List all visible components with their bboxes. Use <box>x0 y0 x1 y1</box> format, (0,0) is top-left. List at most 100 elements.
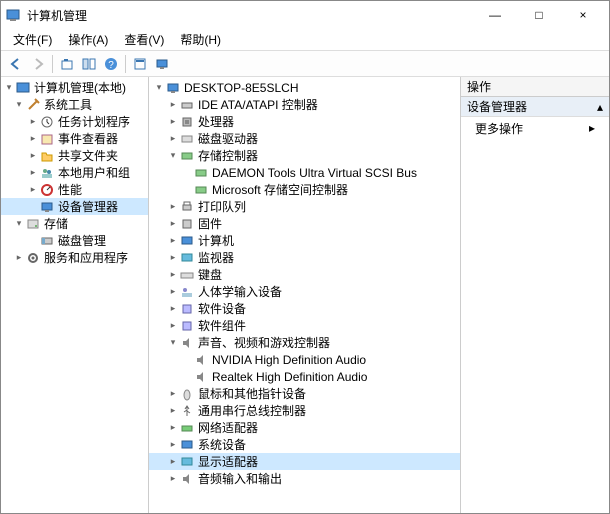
chevron-right-icon[interactable]: ▸ <box>167 235 179 246</box>
chevron-right-icon[interactable]: ▸ <box>13 252 25 263</box>
titlebar: 计算机管理 — □ × <box>1 1 609 29</box>
chevron-right-icon[interactable]: ▸ <box>27 184 39 195</box>
tree-services[interactable]: ▸ 服务和应用程序 <box>1 249 148 266</box>
tree-task-scheduler[interactable]: ▸ 任务计划程序 <box>1 113 148 130</box>
chevron-right-icon[interactable]: ▸ <box>167 422 179 433</box>
tree-performance[interactable]: ▸ 性能 <box>1 181 148 198</box>
device-daemon-tools[interactable]: DAEMON Tools Ultra Virtual SCSI Bus <box>149 164 460 181</box>
tree-label: DESKTOP-8E5SLCH <box>184 81 299 95</box>
chevron-down-icon[interactable]: ▾ <box>13 218 25 229</box>
device-sound[interactable]: ▾声音、视频和游戏控制器 <box>149 334 460 351</box>
chevron-right-icon[interactable]: ▸ <box>167 473 179 484</box>
device-audio-io[interactable]: ▸音频输入和输出 <box>149 470 460 487</box>
device-ms-storage[interactable]: Microsoft 存储空间控制器 <box>149 181 460 198</box>
forward-button[interactable] <box>27 53 49 75</box>
monitor-button[interactable] <box>151 53 173 75</box>
device-print-queue[interactable]: ▸打印队列 <box>149 198 460 215</box>
device-ide[interactable]: ▸IDE ATA/ATAPI 控制器 <box>149 96 460 113</box>
device-firmware[interactable]: ▸固件 <box>149 215 460 232</box>
chevron-right-icon[interactable]: ▸ <box>167 133 179 144</box>
tree-label: 性能 <box>58 181 82 198</box>
device-hid[interactable]: ▸ 人体学输入设备 <box>149 283 460 300</box>
menubar: 文件(F) 操作(A) 查看(V) 帮助(H) <box>1 29 609 51</box>
actions-header: 操作 <box>461 77 609 97</box>
chevron-right-icon[interactable]: ▸ <box>167 218 179 229</box>
chevron-right-icon[interactable]: ▸ <box>167 320 179 331</box>
close-button[interactable]: × <box>561 1 605 29</box>
event-icon <box>39 131 55 147</box>
chevron-down-icon[interactable]: ▾ <box>167 337 179 348</box>
tree-shared-folders[interactable]: ▸ 共享文件夹 <box>1 147 148 164</box>
chevron-right-icon[interactable]: ▸ <box>167 388 179 399</box>
device-mouse[interactable]: ▸鼠标和其他指针设备 <box>149 385 460 402</box>
tree-storage[interactable]: ▾ 存储 <box>1 215 148 232</box>
computer-icon <box>179 233 195 249</box>
device-computer[interactable]: ▸计算机 <box>149 232 460 249</box>
actions-category[interactable]: 设备管理器 ▴ <box>461 97 609 117</box>
chevron-down-icon[interactable]: ▾ <box>3 82 15 93</box>
tree-label: 系统设备 <box>198 436 246 453</box>
menu-help[interactable]: 帮助(H) <box>172 29 229 50</box>
tree-label: 任务计划程序 <box>58 113 130 130</box>
tree-label: 磁盘管理 <box>58 232 106 249</box>
tree-local-users[interactable]: ▸ 本地用户和组 <box>1 164 148 181</box>
chevron-right-icon[interactable]: ▸ <box>27 133 39 144</box>
tree-label: 人体学输入设备 <box>198 283 282 300</box>
device-nvidia-audio[interactable]: NVIDIA High Definition Audio <box>149 351 460 368</box>
chevron-down-icon[interactable]: ▾ <box>167 150 179 161</box>
device-system[interactable]: ▸ 系统设备 <box>149 436 460 453</box>
tree-device-manager[interactable]: 设备管理器 <box>1 198 148 215</box>
chevron-right-icon[interactable]: ▸ <box>167 269 179 280</box>
menu-view[interactable]: 查看(V) <box>116 29 172 50</box>
menu-file[interactable]: 文件(F) <box>5 29 60 50</box>
help-button[interactable]: ? <box>100 53 122 75</box>
up-button[interactable] <box>56 53 78 75</box>
device-software-dev[interactable]: ▸ 软件设备 <box>149 300 460 317</box>
device-display-adapter[interactable]: ▸显示适配器 <box>149 453 460 470</box>
chevron-right-icon[interactable]: ▸ <box>27 116 39 127</box>
tree-label: 处理器 <box>198 113 234 130</box>
tree-label: 软件组件 <box>198 317 246 334</box>
device-disk-drive[interactable]: ▸磁盘驱动器 <box>149 130 460 147</box>
device-root[interactable]: ▾ DESKTOP-8E5SLCH <box>149 79 460 96</box>
tree-event-viewer[interactable]: ▸ 事件查看器 <box>1 130 148 147</box>
toolbar: ? <box>1 51 609 77</box>
mouse-icon <box>179 386 195 402</box>
tree-disk-mgmt[interactable]: 磁盘管理 <box>1 232 148 249</box>
chevron-right-icon[interactable]: ▸ <box>167 252 179 263</box>
maximize-button[interactable]: □ <box>517 1 561 29</box>
minimize-button[interactable]: — <box>473 1 517 29</box>
device-monitor[interactable]: ▸监视器 <box>149 249 460 266</box>
software-icon <box>179 301 195 317</box>
chevron-right-icon[interactable]: ▸ <box>167 405 179 416</box>
storage-ctrl-icon <box>179 148 195 164</box>
chevron-right-icon[interactable]: ▸ <box>167 439 179 450</box>
menu-action[interactable]: 操作(A) <box>60 29 116 50</box>
chevron-right-icon[interactable]: ▸ <box>167 116 179 127</box>
back-button[interactable] <box>5 53 27 75</box>
device-cpu[interactable]: ▸ 处理器 <box>149 113 460 130</box>
device-usb[interactable]: ▸通用串行总线控制器 <box>149 402 460 419</box>
actions-more[interactable]: 更多操作 ▸ <box>461 117 609 139</box>
chevron-right-icon[interactable]: ▸ <box>167 99 179 110</box>
printer-icon <box>179 199 195 215</box>
chevron-right-icon[interactable]: ▸ <box>167 286 179 297</box>
svg-text:?: ? <box>108 60 114 71</box>
tree-label: 软件设备 <box>198 300 246 317</box>
tree-system-tools[interactable]: ▾ 系统工具 <box>1 96 148 113</box>
device-realtek-audio[interactable]: Realtek High Definition Audio <box>149 368 460 385</box>
panel-toggle-button[interactable] <box>78 53 100 75</box>
chevron-right-icon[interactable]: ▸ <box>27 167 39 178</box>
device-software-comp[interactable]: ▸ 软件组件 <box>149 317 460 334</box>
device-network[interactable]: ▸网络适配器 <box>149 419 460 436</box>
refresh-button[interactable] <box>129 53 151 75</box>
tree-root-computer-mgmt[interactable]: ▾ 计算机管理(本地) <box>1 79 148 96</box>
device-keyboard[interactable]: ▸键盘 <box>149 266 460 283</box>
chevron-right-icon[interactable]: ▸ <box>167 456 179 467</box>
chevron-right-icon[interactable]: ▸ <box>27 150 39 161</box>
chevron-down-icon[interactable]: ▾ <box>153 82 165 93</box>
device-storage-ctrl[interactable]: ▾存储控制器 <box>149 147 460 164</box>
chevron-down-icon[interactable]: ▾ <box>13 99 25 110</box>
chevron-right-icon[interactable]: ▸ <box>167 201 179 212</box>
chevron-right-icon[interactable]: ▸ <box>167 303 179 314</box>
